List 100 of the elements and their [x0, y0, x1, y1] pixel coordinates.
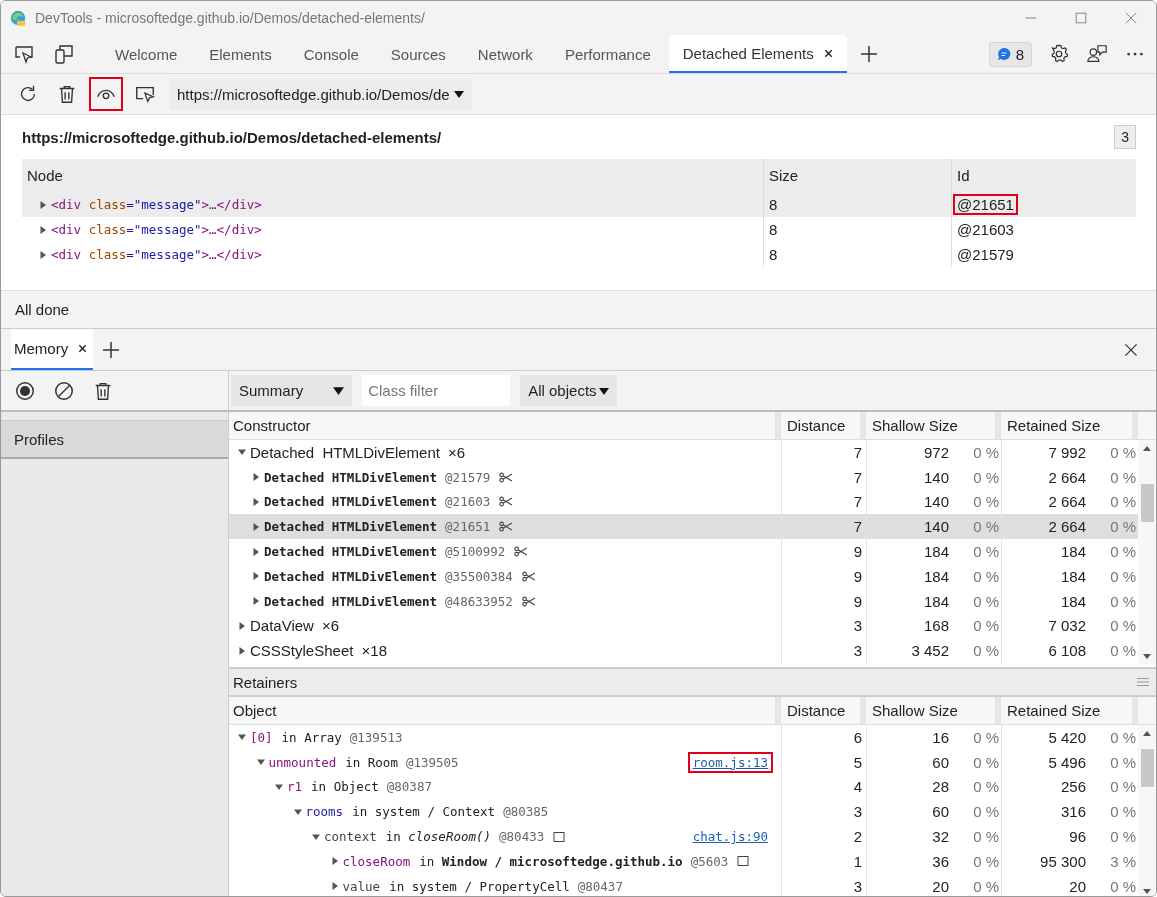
distance-cell: 7	[781, 514, 866, 540]
scroll-up-icon[interactable]	[1142, 444, 1152, 454]
size-percent: 0 %	[1109, 592, 1136, 610]
scrollbar-thumb[interactable]	[1140, 749, 1154, 787]
sidebar-item[interactable]: Profiles	[1, 420, 228, 459]
expand-arrow-icon[interactable]	[237, 645, 247, 656]
close-icon[interactable]	[823, 48, 833, 58]
panel-tab[interactable]: Detached Elements	[668, 35, 847, 73]
count-badge: 3	[1114, 125, 1136, 149]
panel-tab[interactable]: Performance	[550, 35, 665, 73]
panel-tab[interactable]: Welcome	[101, 35, 192, 73]
square-icon[interactable]	[737, 855, 750, 868]
size-percent: 0 %	[972, 728, 999, 746]
column-header[interactable]: Shallow Size	[866, 697, 1001, 724]
add-icon[interactable]	[101, 339, 122, 360]
caret-icon	[333, 385, 345, 396]
scrollbar-thumb[interactable]	[1140, 484, 1154, 522]
expand-arrow-icon[interactable]	[38, 249, 48, 260]
column-header[interactable]: Distance	[781, 697, 866, 724]
table-cell-text: @21579	[956, 245, 1015, 265]
size-value: 184	[923, 592, 949, 610]
close-icon[interactable]	[78, 344, 88, 353]
size-percent: 0 %	[972, 592, 999, 610]
column-header[interactable]: Node	[22, 159, 763, 192]
distance-cell: 3	[781, 613, 866, 639]
size-percent: 0 %	[1109, 728, 1136, 746]
eye-button[interactable]	[89, 77, 123, 111]
retainer-type: in system / Context	[352, 804, 496, 820]
object-name: Detached HTMLDivElement	[264, 519, 438, 535]
tree-row[interactable]: unmounted in Room @139505 room.js:13 5 60 0 % 5 496 0 %	[229, 749, 1138, 775]
objects-dropdown[interactable]: All objects	[520, 375, 617, 406]
feedback-icon[interactable]	[1086, 43, 1108, 65]
expand-arrow-icon[interactable]	[251, 521, 261, 532]
table-cell: 8	[769, 246, 778, 263]
column-header[interactable]: Shallow Size	[866, 412, 1001, 439]
panel-tab[interactable]: Sources	[376, 35, 460, 73]
expand-arrow-icon[interactable]	[251, 571, 261, 582]
object-id: @80385	[503, 804, 549, 820]
table-row[interactable]: <div class="message">…</div> 8 @21603	[22, 217, 1136, 242]
panel-tab[interactable]: Network	[463, 35, 547, 73]
object-name: Detached HTMLDivElement	[264, 544, 438, 560]
object-id: @139505	[405, 754, 459, 770]
drawer-tab[interactable]: Memory	[11, 329, 94, 370]
class-filter-field[interactable]: Class filter	[362, 375, 511, 406]
size-percent: 0 %	[1109, 567, 1136, 585]
scroll-down-icon[interactable]	[1142, 651, 1152, 661]
issues-badge[interactable]: 8	[988, 41, 1032, 67]
constructor-name: CSSStyleSheet ×18	[250, 642, 387, 660]
scroll-up-icon[interactable]	[1142, 729, 1152, 739]
column-header[interactable]: Constructor	[229, 412, 781, 439]
distance-cell: 9	[781, 588, 866, 614]
clear-icon[interactable]	[53, 379, 75, 402]
size-percent: 0 %	[972, 877, 999, 895]
url-dropdown[interactable]: https://microsoftedge.github.io/Demos/de	[169, 78, 472, 110]
distance-cell: 7	[781, 440, 866, 465]
scroll-down-icon[interactable]	[1142, 886, 1152, 896]
view-dropdown[interactable]: Summary	[231, 375, 353, 406]
size-value: 184	[923, 543, 949, 561]
expand-arrow-icon[interactable]	[251, 497, 261, 507]
inspect-icon[interactable]	[13, 43, 35, 65]
source-link[interactable]: chat.js:90	[687, 826, 773, 848]
size-value: 16	[932, 728, 949, 746]
distance-cell: 2	[781, 824, 866, 849]
scrollbar[interactable]	[1138, 440, 1156, 665]
device-icon[interactable]	[53, 43, 75, 65]
expand-arrow-icon[interactable]	[38, 224, 48, 235]
panel-tab[interactable]: Elements	[195, 35, 286, 73]
size-value: 2 664	[1048, 468, 1086, 486]
close-icon[interactable]	[1123, 341, 1139, 358]
retainer-type: in closeRoom()	[385, 829, 492, 845]
expand-arrow-icon[interactable]	[251, 472, 261, 483]
table-row[interactable]: <div class="message">…</div> 8 @21651	[22, 192, 1136, 217]
record-icon[interactable]	[14, 379, 36, 402]
object-id: @5100992	[445, 544, 506, 560]
tree-row[interactable]: Detached HTMLDivElement @21651 7 140 0 % 2 664 0 %	[229, 514, 1138, 540]
size-value: 20	[932, 877, 949, 895]
drag-handle-icon[interactable]	[1137, 677, 1149, 687]
square-icon[interactable]	[553, 830, 566, 843]
retainer-type: in Array	[281, 729, 342, 745]
scrollbar[interactable]	[1138, 725, 1156, 896]
expand-arrow-icon[interactable]	[251, 596, 261, 607]
expand-arrow-icon[interactable]	[38, 199, 48, 210]
retainer-type: in Object	[311, 779, 379, 795]
object-id: @80437	[577, 878, 623, 894]
expand-arrow-icon[interactable]	[251, 546, 261, 557]
panel-tab[interactable]: Console	[289, 35, 373, 73]
collapse-arrow-icon[interactable]	[274, 782, 284, 792]
size-percent: 0 %	[972, 543, 999, 561]
expand-arrow-icon[interactable]	[237, 620, 247, 631]
size-value: 20	[1069, 877, 1086, 895]
source-link[interactable]: room.js:13	[687, 751, 773, 773]
table-row[interactable]: <div class="message">…</div> 8 @21579	[22, 242, 1136, 267]
column-header[interactable]: Object	[229, 697, 781, 724]
size-percent: 0 %	[972, 852, 999, 870]
size-value: 7 992	[1048, 443, 1086, 461]
column-header[interactable]: Distance	[781, 412, 866, 439]
add-icon[interactable]	[858, 44, 879, 64]
settings-icon[interactable]	[1048, 43, 1070, 65]
size-percent: 0 %	[1109, 803, 1136, 821]
status-text: All done	[15, 301, 70, 318]
